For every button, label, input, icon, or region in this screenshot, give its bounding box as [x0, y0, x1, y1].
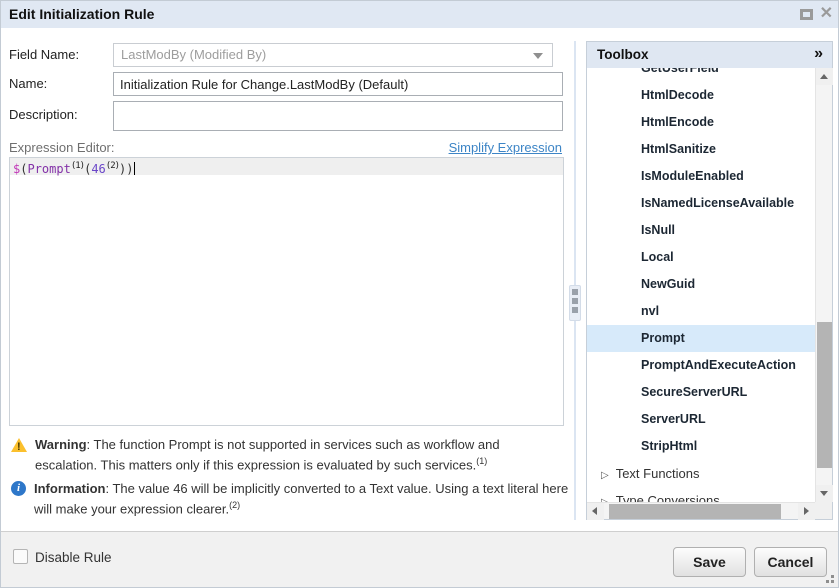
information-message: i Information: The value 46 will be impl…	[11, 479, 584, 518]
toolbox-item-nvl[interactable]: nvl	[587, 298, 815, 325]
toolbox-group-clipped[interactable]: ▷Type Conversions	[587, 487, 815, 502]
name-label: Name:	[9, 76, 47, 91]
field-name-label: Field Name:	[9, 47, 79, 62]
toolbox-header: Toolbox »	[587, 42, 832, 68]
tree-expander-icon[interactable]: ▷	[601, 489, 609, 502]
scroll-left-button[interactable]	[587, 503, 604, 520]
warning-icon	[11, 438, 27, 452]
toolbox-item-promptandexecuteaction[interactable]: PromptAndExecuteAction	[587, 352, 815, 379]
maximize-icon[interactable]	[800, 9, 813, 20]
toolbox-panel: Toolbox » GetUserField HtmlDecode HtmlEn…	[586, 41, 833, 520]
scrollbar-corner	[815, 502, 832, 519]
chevron-down-icon	[533, 53, 543, 59]
expression-code-line: $(Prompt(1)(46(2)))	[10, 158, 563, 175]
warning-message: Warning: The function Prompt is not supp…	[11, 435, 522, 474]
scroll-up-button[interactable]	[816, 68, 833, 85]
toolbox-item-newguid[interactable]: NewGuid	[587, 271, 815, 298]
toolbox-item-serverurl[interactable]: ServerURL	[587, 406, 815, 433]
resize-grip-icon[interactable]	[831, 580, 834, 583]
toolbox-item-striphtml[interactable]: StripHtml	[587, 433, 815, 460]
horizontal-scrollbar-thumb[interactable]	[609, 504, 781, 519]
cancel-button[interactable]: Cancel	[754, 547, 827, 577]
toolbox-item-prompt[interactable]: Prompt	[587, 325, 815, 352]
toolbox-title: Toolbox	[597, 47, 649, 62]
toolbox-item-isnull[interactable]: IsNull	[587, 217, 815, 244]
expression-editor-label: Expression Editor:	[9, 140, 115, 155]
toolbox-item-htmlencode[interactable]: HtmlEncode	[587, 109, 815, 136]
scroll-right-button[interactable]	[798, 503, 815, 520]
warning-footnote: (1)	[476, 456, 487, 466]
information-text: Information: The value 46 will be implic…	[34, 479, 584, 518]
toolbox-group-text-functions[interactable]: ▷Text Functions	[587, 460, 815, 487]
warning-text: Warning: The function Prompt is not supp…	[35, 435, 522, 474]
field-name-select[interactable]: LastModBy (Modified By)	[113, 43, 553, 67]
close-icon[interactable]: ✕	[820, 3, 833, 25]
code-paren: ))	[119, 162, 133, 176]
vertical-scrollbar-thumb[interactable]	[817, 322, 832, 468]
info-icon: i	[11, 481, 26, 496]
toolbox-item-htmldecode[interactable]: HtmlDecode	[587, 82, 815, 109]
tree-expander-icon[interactable]: ▷	[601, 462, 609, 489]
field-name-value: LastModBy (Modified By)	[121, 47, 266, 62]
code-annotation-2: (2)	[106, 161, 119, 171]
save-button[interactable]: Save	[673, 547, 746, 577]
code-annotation-1: (1)	[71, 161, 84, 171]
toolbox-item-secureserverurl[interactable]: SecureServerURL	[587, 379, 815, 406]
toolbox-item-local[interactable]: Local	[587, 244, 815, 271]
edit-initialization-rule-dialog: Edit Initialization Rule ✕ Field Name: L…	[0, 0, 839, 588]
toolbox-item-getuserfield[interactable]: GetUserField	[587, 68, 815, 82]
disable-rule-checkbox[interactable]	[13, 549, 28, 564]
scroll-down-button[interactable]	[816, 485, 833, 502]
name-input[interactable]	[113, 72, 563, 96]
dialog-footer: Disable Rule Save Cancel	[1, 531, 838, 587]
toolbox-item-ismoduleenabled[interactable]: IsModuleEnabled	[587, 163, 815, 190]
description-label: Description:	[9, 107, 78, 122]
simplify-expression-link[interactable]: Simplify Expression	[449, 140, 562, 155]
disable-rule-label: Disable Rule	[35, 550, 112, 565]
toolbox-vertical-scrollbar[interactable]	[815, 68, 832, 502]
pane-splitter[interactable]	[572, 41, 580, 520]
description-input[interactable]	[113, 101, 563, 131]
expression-editor[interactable]: $(Prompt(1)(46(2)))	[9, 157, 564, 426]
text-cursor	[134, 162, 135, 175]
splitter-line	[574, 41, 576, 520]
dialog-title: Edit Initialization Rule	[9, 6, 154, 22]
information-footnote: (2)	[229, 500, 240, 510]
toolbox-list: GetUserField HtmlDecode HtmlEncode HtmlS…	[587, 68, 815, 502]
dialog-titlebar: Edit Initialization Rule ✕	[1, 1, 838, 28]
code-function: Prompt	[27, 162, 70, 176]
collapse-panel-icon[interactable]: »	[814, 45, 823, 63]
toolbox-horizontal-scrollbar[interactable]	[587, 502, 815, 519]
toolbox-item-htmlsanitize[interactable]: HtmlSanitize	[587, 136, 815, 163]
toolbox-item-isnamedlicenseavailable[interactable]: IsNamedLicenseAvailable	[587, 190, 815, 217]
code-argument: 46	[91, 162, 105, 176]
splitter-grip-icon[interactable]	[569, 285, 581, 321]
